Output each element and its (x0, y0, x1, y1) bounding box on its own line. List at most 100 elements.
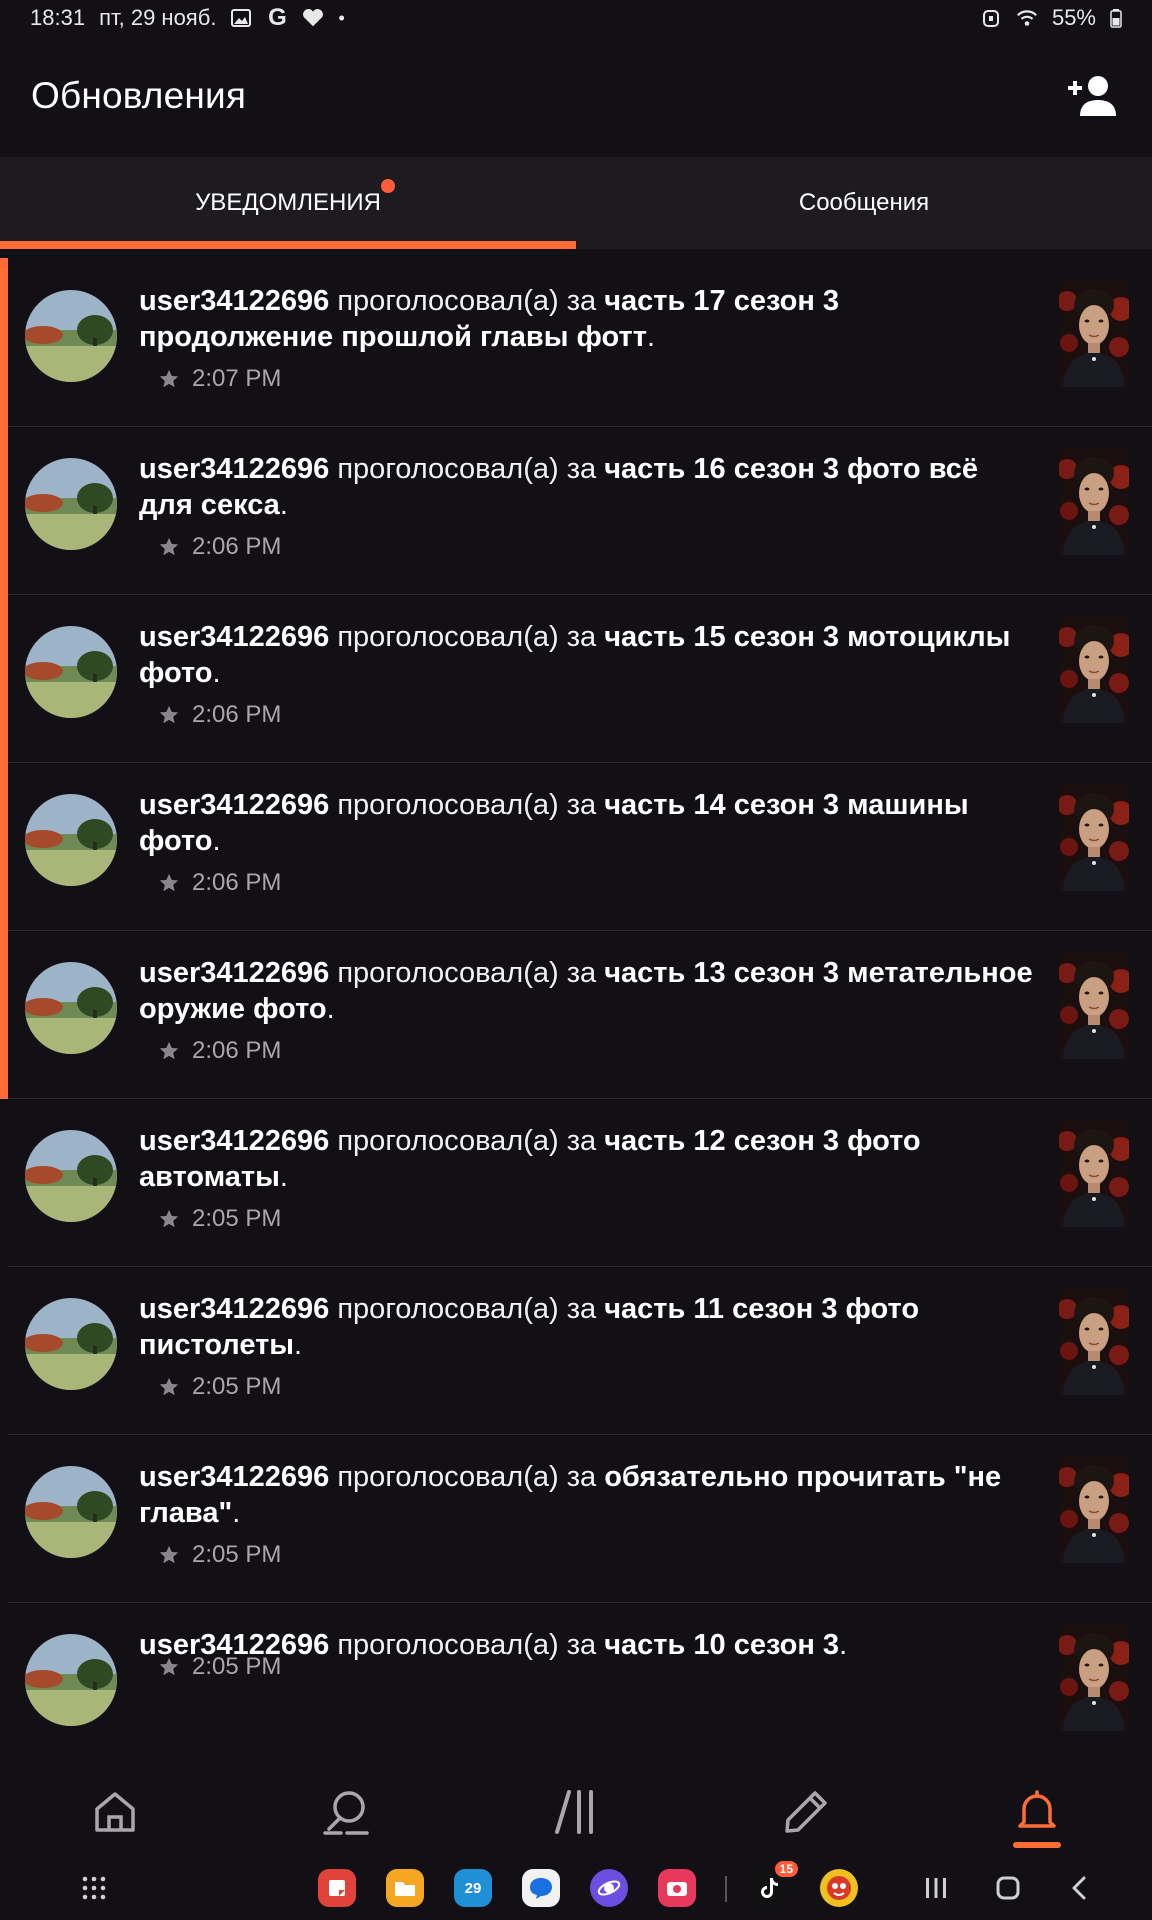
notification-row[interactable]: user34122696 проголосовал(а) за обязател… (8, 1435, 1152, 1603)
tab-active-indicator (0, 241, 576, 249)
notification-row[interactable]: user34122696 проголосовал(а) за часть 11… (8, 1267, 1152, 1435)
star-icon (159, 1545, 179, 1564)
notification-time: 2:06 PM (192, 533, 282, 560)
tab-notifications-label: УВЕДОМЛЕНИЯ (195, 189, 381, 216)
app-bar: Обновления (0, 36, 1152, 156)
notification-meta: 2:06 PM (158, 869, 281, 897)
nav-search[interactable] (230, 1770, 460, 1854)
tab-notifications[interactable]: УВЕДОМЛЕНИЯ (0, 157, 576, 249)
star-icon (159, 705, 179, 724)
star-icon (159, 873, 179, 892)
notification-end: . (279, 489, 288, 521)
star-icon (159, 1657, 179, 1676)
notification-username[interactable]: user34122696 (139, 1125, 329, 1157)
notification-row[interactable]: user34122696 проголосовал(а) за часть 16… (0, 426, 1152, 595)
notification-story-title[interactable]: часть 10 сезон 3 (604, 1629, 839, 1661)
tab-bar: УВЕДОМЛЕНИЯ Сообщения (0, 157, 1152, 249)
notification-username[interactable]: user34122696 (139, 1461, 329, 1493)
notification-username[interactable]: user34122696 (139, 957, 329, 989)
nav-home[interactable] (0, 1770, 230, 1854)
notification-row[interactable]: user34122696 проголосовал(а) за часть 15… (0, 594, 1152, 763)
notification-text: user34122696 проголосовал(а) за часть 12… (139, 1123, 1039, 1195)
messages-app-icon[interactable] (522, 1869, 560, 1907)
back-button[interactable] (1062, 1870, 1098, 1906)
user-avatar[interactable] (25, 1130, 117, 1222)
notification-action: проголосовал(а) за (329, 1629, 605, 1661)
notification-text: user34122696 проголосовал(а) за часть 13… (139, 955, 1039, 1027)
user-avatar[interactable] (25, 962, 117, 1054)
notification-username[interactable]: user34122696 (139, 1293, 329, 1325)
notification-username[interactable]: user34122696 (139, 285, 329, 317)
notification-text: user34122696 проголосовал(а) за часть 14… (139, 787, 1039, 859)
notification-time: 2:06 PM (192, 1037, 282, 1064)
user-avatar[interactable] (25, 1298, 117, 1390)
notification-row[interactable]: user34122696 проголосовал(а) за часть 14… (0, 762, 1152, 931)
notification-username[interactable]: user34122696 (139, 453, 329, 485)
story-cover[interactable] (1059, 1457, 1129, 1563)
unread-dot (380, 179, 395, 193)
notification-row[interactable]: user34122696 проголосовал(а) за часть 13… (0, 930, 1152, 1099)
home-button[interactable] (990, 1870, 1026, 1906)
google-icon: G (268, 4, 287, 31)
notification-meta: 2:05 PM (158, 1541, 281, 1569)
game-app-icon[interactable] (820, 1869, 858, 1907)
system-bar: 29 15 (0, 1856, 1152, 1920)
notification-time: 2:05 PM (192, 1205, 282, 1232)
add-user-button[interactable] (1065, 68, 1121, 124)
notification-end: . (646, 321, 655, 353)
notification-row[interactable]: user34122696 проголосовал(а) за часть 10… (8, 1603, 1152, 1771)
bell-icon (1018, 1790, 1056, 1828)
camera-app-icon[interactable] (658, 1869, 696, 1907)
story-cover[interactable] (1059, 953, 1129, 1059)
user-avatar[interactable] (25, 290, 117, 382)
status-bar: 18:31 пт, 29 нояб. G • 55% (0, 0, 1152, 36)
notification-end: . (212, 825, 221, 857)
app-drawer-button[interactable] (76, 1870, 112, 1906)
story-cover[interactable] (1059, 1625, 1129, 1731)
user-avatar[interactable] (25, 1634, 117, 1726)
notification-action: проголосовал(а) за (329, 621, 605, 653)
notification-end: . (294, 1329, 303, 1361)
notification-text: user34122696 проголосовал(а) за обязател… (139, 1459, 1039, 1531)
nav-library[interactable] (461, 1770, 691, 1854)
notification-time: 2:07 PM (192, 365, 282, 392)
notification-end: . (326, 993, 335, 1025)
notification-row[interactable]: user34122696 проголосовал(а) за часть 12… (8, 1099, 1152, 1267)
notification-time: 2:06 PM (192, 701, 282, 728)
tiktok-app-icon[interactable]: 15 (750, 1861, 798, 1907)
notification-time: 2:05 PM (192, 1541, 282, 1568)
user-avatar[interactable] (25, 626, 117, 718)
calendar-app-icon[interactable]: 29 (454, 1869, 492, 1907)
notification-meta: 2:05 PM (158, 1205, 281, 1233)
alarm-icon (980, 7, 1002, 29)
story-cover[interactable] (1059, 281, 1129, 387)
dot-icon: • (338, 7, 345, 28)
notification-end: . (232, 1497, 241, 1529)
story-cover[interactable] (1059, 617, 1129, 723)
nav-write[interactable] (691, 1770, 921, 1854)
notification-action: проголосовал(а) за (329, 285, 605, 317)
notification-list: user34122696 проголосовал(а) за часть 17… (0, 258, 1152, 1771)
recents-icon (926, 1878, 946, 1898)
notification-username[interactable]: user34122696 (139, 789, 329, 821)
story-cover[interactable] (1059, 785, 1129, 891)
notes-app-icon[interactable] (318, 1869, 356, 1907)
files-app-icon[interactable] (386, 1869, 424, 1907)
home-button-icon (996, 1876, 1020, 1900)
back-icon (1072, 1876, 1086, 1900)
tab-messages[interactable]: Сообщения (576, 157, 1152, 249)
user-avatar[interactable] (25, 1466, 117, 1558)
story-cover[interactable] (1059, 449, 1129, 555)
notification-username[interactable]: user34122696 (139, 621, 329, 653)
recents-button[interactable] (918, 1870, 954, 1906)
user-avatar[interactable] (25, 458, 117, 550)
notification-meta: 2:06 PM (158, 701, 281, 729)
wifi-icon (1016, 7, 1038, 29)
write-icon (785, 1791, 828, 1833)
notification-row[interactable]: user34122696 проголосовал(а) за часть 17… (0, 258, 1152, 427)
user-avatar[interactable] (25, 794, 117, 886)
internet-app-icon[interactable] (590, 1869, 628, 1907)
nav-notifications[interactable] (922, 1770, 1152, 1854)
story-cover[interactable] (1059, 1121, 1129, 1227)
story-cover[interactable] (1059, 1289, 1129, 1395)
